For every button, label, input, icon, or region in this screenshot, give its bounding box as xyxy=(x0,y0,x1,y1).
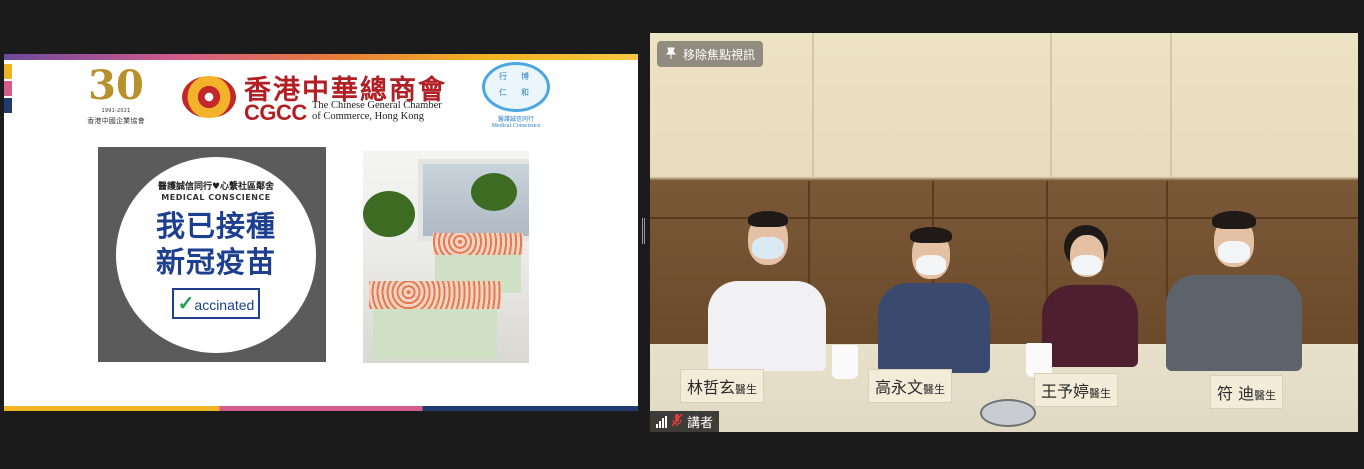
cgcc-english-line1: The Chinese General Chamber xyxy=(312,100,442,111)
cgcc-emblem-icon xyxy=(182,76,236,118)
wall-panel-line xyxy=(1050,33,1052,178)
nameplate-2-title: 醫生 xyxy=(923,383,946,396)
gift-box-front-lid xyxy=(369,281,501,309)
nameplate-2: 高永文醫生 xyxy=(868,369,953,403)
association-name: 香港中國企業協會 xyxy=(87,117,145,125)
speaker-name: 講者 xyxy=(687,416,714,431)
badge-org-en: MEDICAL CONSCIENCE xyxy=(161,193,271,202)
nameplate-1-name: 林哲玄 xyxy=(687,378,736,397)
mc-char-3: 仁 xyxy=(499,88,507,97)
nameplate-3-name: 王予婷 xyxy=(1041,382,1090,401)
cup xyxy=(832,345,858,379)
nameplate-3-title: 醫生 xyxy=(1089,387,1112,400)
speaker-video[interactable]: 林哲玄醫生 高永文醫生 王予婷醫生 符 迪醫生 xyxy=(650,33,1358,432)
nameplate-2-name: 高永文 xyxy=(875,378,924,397)
check-icon: ✓ xyxy=(177,293,195,315)
nameplate-4-name: 符 迪 xyxy=(1217,384,1255,403)
signal-strength-icon xyxy=(656,415,667,428)
conference-speakerphone xyxy=(980,399,1036,427)
cup xyxy=(1026,343,1052,377)
30th-anniversary-logo: 30 1991-2021 香港中國企業協會 xyxy=(74,64,158,134)
unpin-video-button[interactable]: 移除焦點視訊 xyxy=(657,41,764,67)
gift-box-front xyxy=(373,301,497,359)
badge-line1: 我已接種 xyxy=(155,209,276,243)
nameplate-1-title: 醫生 xyxy=(735,383,758,396)
mc-chinese-name: 醫護誠信同行 xyxy=(497,116,534,123)
plant-left xyxy=(363,191,415,237)
anniversary-number: 30 xyxy=(88,62,144,109)
unpin-video-label: 移除焦點視訊 xyxy=(683,47,756,62)
nameplate-3: 王予婷醫生 xyxy=(1034,373,1119,407)
top-color-stripe xyxy=(4,54,638,60)
mc-char-2: 博 xyxy=(521,72,529,81)
cgcc-acronym: CGCC xyxy=(244,100,307,125)
medical-conscience-emblem-icon: 行 博 仁 和 xyxy=(482,62,550,112)
vaccinated-label: ✓accinated xyxy=(171,288,261,319)
gift-box-back-lid xyxy=(433,233,523,255)
badge-org: 醫護誠信同行♥心繫社區鄰舍 xyxy=(157,182,275,192)
plant-right xyxy=(471,173,517,211)
side-color-marks xyxy=(4,64,12,115)
badge-line2: 新冠疫苗 xyxy=(155,245,276,279)
wall-panel-line xyxy=(812,33,814,178)
nameplate-1: 林哲玄醫生 xyxy=(680,369,765,403)
pin-icon xyxy=(665,47,677,62)
vaccinated-text: accinated xyxy=(194,297,255,313)
cgcc-logo: 香港中華總商會 CGCC The Chinese General Chamber… xyxy=(182,70,472,130)
mc-char-1: 行 xyxy=(499,72,507,81)
nameplate-4-title: 醫生 xyxy=(1254,389,1277,402)
bottom-color-stripe xyxy=(4,406,638,411)
anniversary-years: 1991-2021 xyxy=(101,108,131,114)
speaker-name-label: 講者 xyxy=(650,411,720,432)
nameplate-4: 符 迪醫生 xyxy=(1210,375,1284,409)
wall-panel-line xyxy=(1170,33,1172,178)
shared-screen: 30 1991-2021 香港中國企業協會 香港中華總商會 CGCC The C… xyxy=(4,54,638,411)
vaccinated-badge-image: 醫護誠信同行♥心繫社區鄰舍 MEDICAL CONSCIENCE 我已接種 新冠… xyxy=(98,147,326,362)
cgcc-english-line2: of Commerce, Hong Kong xyxy=(312,111,424,122)
medical-conscience-logo: 行 博 仁 和 醫護誠信同行 Medical Conscience xyxy=(474,62,558,138)
cgcc-english-name: The Chinese General Chamber of Commerce,… xyxy=(312,100,442,122)
gift-boxes-photo xyxy=(363,151,529,363)
mc-english-name: Medical Conscience xyxy=(491,123,541,129)
splitter-handle[interactable] xyxy=(642,218,646,244)
mic-muted-icon xyxy=(671,413,683,431)
mc-char-4: 和 xyxy=(521,88,529,97)
vaccinated-badge: 醫護誠信同行♥心繫社區鄰舍 MEDICAL CONSCIENCE 我已接種 新冠… xyxy=(116,157,316,353)
